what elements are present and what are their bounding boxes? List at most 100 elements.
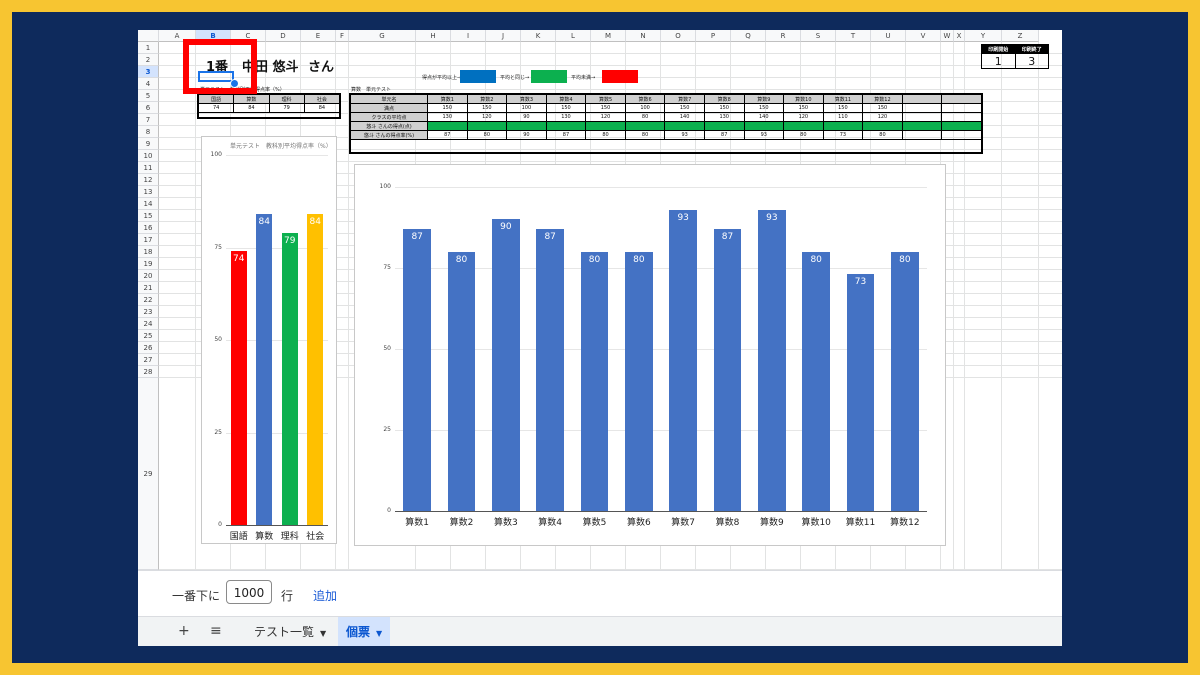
row-header-21[interactable]: 21 (138, 282, 159, 294)
row-gridline (159, 53, 1062, 54)
chevron-down-icon[interactable]: ▼ (376, 629, 382, 638)
column-header-U[interactable]: U (871, 30, 906, 42)
print-start-value[interactable]: 1 (981, 53, 1016, 69)
row-header-14[interactable]: 14 (138, 198, 159, 210)
row-header-29[interactable]: 29 (138, 378, 159, 570)
row-header-18[interactable]: 18 (138, 246, 159, 258)
data-label: 74 (233, 254, 245, 265)
y-tick-label: 75 (383, 264, 391, 271)
row-header-15[interactable]: 15 (138, 210, 159, 222)
data-label: 93 (766, 212, 778, 223)
column-header-T[interactable]: T (836, 30, 871, 42)
column-header-L[interactable]: L (556, 30, 591, 42)
column-header-Q[interactable]: Q (731, 30, 766, 42)
sheet-grid[interactable]: ABCDEFGHIJKLMNOPQRSTUVWXYZ 1 2 3 4 5 6 7 8 9 10 11… (138, 30, 1062, 570)
row-header-28[interactable]: 28 (138, 366, 159, 378)
row-header-6[interactable]: 6 (138, 102, 159, 114)
row-count-input[interactable]: 1000 (226, 580, 272, 604)
row-header-13[interactable]: 13 (138, 186, 159, 198)
row-header-4[interactable]: 4 (138, 78, 159, 90)
row-header-19[interactable]: 19 (138, 258, 159, 270)
row-header-3[interactable]: 3 (138, 66, 159, 78)
row-header-26[interactable]: 26 (138, 342, 159, 354)
row-header-7[interactable]: 7 (138, 114, 159, 126)
row-header-12[interactable]: 12 (138, 174, 159, 186)
row-header-5[interactable]: 5 (138, 90, 159, 102)
column-header-W[interactable]: W (941, 30, 954, 42)
row-header-22[interactable]: 22 (138, 294, 159, 306)
column-header-J[interactable]: J (486, 30, 521, 42)
row-header-1[interactable]: 1 (138, 42, 159, 54)
row-gridline (159, 89, 1062, 90)
column-header-H[interactable]: H (416, 30, 451, 42)
bar-算数12[interactable] (891, 251, 919, 511)
row-header-10[interactable]: 10 (138, 150, 159, 162)
add-rows-button[interactable]: 追加 (313, 587, 337, 604)
x-tick-label: 算数7 (671, 518, 696, 528)
bar-算数1[interactable] (403, 229, 431, 511)
y-tick-label: 25 (214, 428, 222, 436)
y-tick-label: 100 (379, 183, 391, 190)
column-header-Y[interactable]: Y (965, 30, 1002, 42)
bar-算数10[interactable] (802, 251, 830, 511)
column-header-I[interactable]: I (451, 30, 486, 42)
row-header-16[interactable]: 16 (138, 222, 159, 234)
bar-算数5[interactable] (580, 251, 609, 511)
row-header-17[interactable]: 17 (138, 234, 159, 246)
column-header-M[interactable]: M (591, 30, 626, 42)
column-header-O[interactable]: O (661, 30, 696, 42)
bar-算数3[interactable] (492, 219, 520, 511)
column-header-S[interactable]: S (801, 30, 836, 42)
bar-算数6[interactable] (625, 251, 653, 511)
bar-算数4[interactable] (536, 229, 564, 511)
row-header-25[interactable]: 25 (138, 330, 159, 342)
bar-社会[interactable] (307, 214, 324, 525)
bar-算数11[interactable] (846, 274, 875, 511)
row-header-24[interactable]: 24 (138, 318, 159, 330)
legend-below-label: 平均未満→ (571, 75, 596, 81)
column-gridline (195, 42, 196, 570)
print-end-value[interactable]: 3 (1014, 53, 1049, 69)
data-label: 80 (899, 254, 911, 265)
all-sheets-menu-icon[interactable]: ≡ (210, 623, 222, 639)
row-header-2[interactable]: 2 (138, 54, 159, 66)
column-header-F[interactable]: F (336, 30, 349, 42)
row-header-9[interactable]: 9 (138, 138, 159, 150)
column-header-R[interactable]: R (766, 30, 801, 42)
data-label: 80 (588, 254, 601, 265)
row-header-23[interactable]: 23 (138, 306, 159, 318)
subject-bar-chart[interactable]: 単元テスト 教科別平均得点率（%） 0 25 50 75 100 74 国語 84 算数 79 理科… (201, 136, 337, 544)
x-tick-label: 算数4 (538, 518, 563, 528)
bar-算数2[interactable] (447, 251, 476, 511)
column-header-E[interactable]: E (301, 30, 336, 42)
row-header-27[interactable]: 27 (138, 354, 159, 366)
column-header-P[interactable]: P (696, 30, 731, 42)
column-header-X[interactable]: X (954, 30, 965, 42)
bar-算数9[interactable] (758, 209, 786, 511)
add-rows-unit: 行 (281, 589, 294, 603)
tab-test-list[interactable]: テスト一覧 ▼ (246, 617, 334, 646)
bar-国語[interactable] (230, 251, 247, 525)
tab-individual-sheet[interactable]: 個票 ▼ (338, 617, 391, 646)
add-sheet-icon[interactable]: + (178, 623, 190, 639)
unit-bar-chart[interactable]: 0 25 50 75 100 87 算数1 80 算数2 90 算数3 87 算数4 80 算数5 80 算数6… (354, 164, 946, 546)
chevron-down-icon[interactable]: ▼ (320, 629, 326, 638)
data-label: 79 (284, 235, 296, 246)
bar-算数7[interactable] (669, 209, 697, 511)
column-header-G[interactable]: G (349, 30, 416, 42)
column-header-N[interactable]: N (626, 30, 661, 42)
bar-算数8[interactable] (713, 229, 742, 511)
row-header-8[interactable]: 8 (138, 126, 159, 138)
column-header-D[interactable]: D (266, 30, 301, 42)
y-tick-label: 50 (214, 336, 222, 343)
column-header-Z[interactable]: Z (1002, 30, 1039, 42)
bar-理科[interactable] (281, 232, 298, 525)
column-header-V[interactable]: V (906, 30, 941, 42)
select-all-corner[interactable] (138, 30, 159, 42)
column-header-K[interactable]: K (521, 30, 556, 42)
add-rows-bar: 一番下に 1000 行 追加 (138, 570, 1062, 617)
data-label: 84 (309, 217, 321, 228)
row-header-20[interactable]: 20 (138, 270, 159, 282)
row-header-11[interactable]: 11 (138, 162, 159, 174)
bar-算数[interactable] (256, 214, 273, 525)
